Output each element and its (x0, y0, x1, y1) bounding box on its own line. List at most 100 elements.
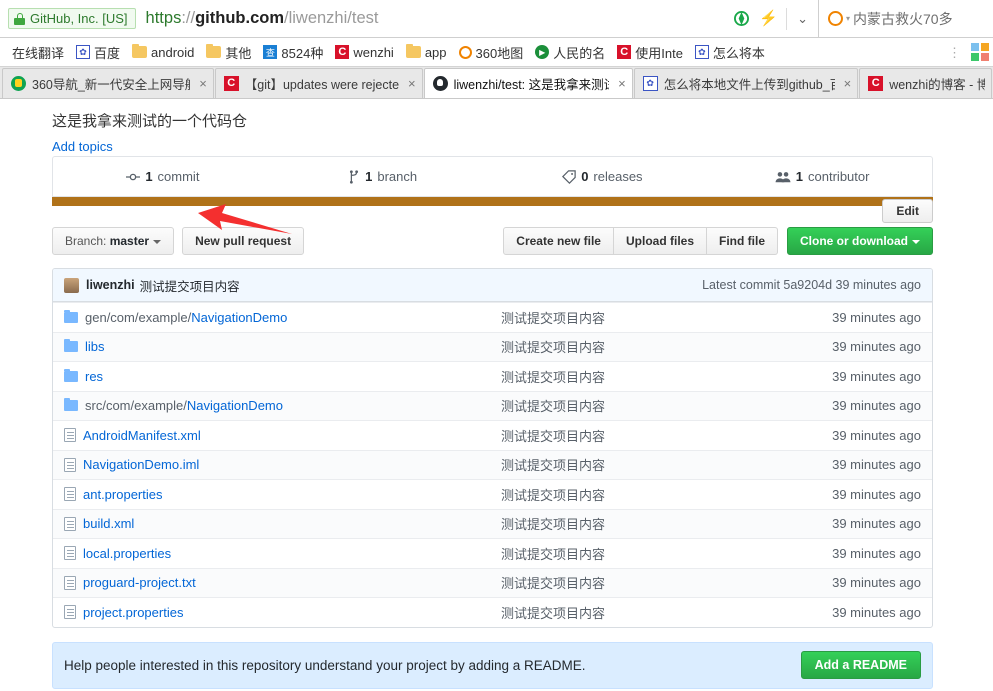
bookmark-item[interactable]: Cwenzhi (329, 43, 399, 62)
stat-contributors[interactable]: 1 contributor (712, 157, 932, 196)
file-name-cell[interactable]: src/com/example/NavigationDemo (53, 398, 501, 413)
file-commit-message[interactable]: 测试提交项目内容 (501, 337, 792, 356)
new-pull-request-button[interactable]: New pull request (182, 227, 305, 255)
file-commit-message[interactable]: 测试提交项目内容 (501, 367, 792, 386)
url-input[interactable]: https://github.com/liwenzhi/test (146, 9, 727, 28)
bookmark-item[interactable]: app (400, 43, 453, 62)
table-row[interactable]: AndroidManifest.xml 测试提交项目内容 39 minutes … (53, 420, 932, 450)
file-name-link[interactable]: local.properties (83, 546, 171, 561)
file-name-link[interactable]: libs (85, 339, 105, 354)
browser-tab[interactable]: C 【git】updates were rejected × (214, 68, 423, 98)
search-engine-caret-icon[interactable]: ▾ (846, 14, 850, 23)
repository-page: 这是我拿来测试的一个代码仓 Add topics Edit 1 commit 1… (0, 99, 993, 689)
file-commit-message[interactable]: 测试提交项目内容 (501, 485, 792, 504)
file-name-cell[interactable]: libs (53, 339, 501, 354)
file-name-link[interactable]: proguard-project.txt (83, 575, 196, 590)
shutter-icon[interactable] (734, 11, 750, 26)
ssl-security-badge[interactable]: GitHub, Inc. [US] (8, 8, 136, 29)
apps-grid-icon[interactable] (971, 43, 989, 61)
file-commit-message[interactable]: 测试提交项目内容 (501, 396, 792, 415)
commit-message[interactable]: 测试提交项目内容 (140, 276, 240, 295)
address-bar[interactable]: GitHub, Inc. [US] https://github.com/liw… (0, 0, 993, 38)
add-readme-button[interactable]: Add a README (800, 651, 921, 679)
file-name-link[interactable]: NavigationDemo (187, 398, 283, 413)
file-name-cell[interactable]: ant.properties (53, 487, 501, 502)
browser-tab-active[interactable]: liwenzhi/test: 这是我拿来测试 × (423, 68, 633, 98)
table-row[interactable]: src/com/example/NavigationDemo 测试提交项目内容 … (53, 390, 932, 420)
file-name-cell[interactable]: project.properties (53, 605, 501, 620)
tab-close-icon[interactable]: × (615, 76, 626, 91)
chevron-down-icon[interactable]: ⌄ (787, 11, 818, 27)
bookmark-item[interactable]: ▶ 人民的名 (529, 41, 611, 64)
branch-selector-button[interactable]: Branch: master (52, 227, 175, 255)
table-row[interactable]: local.properties 测试提交项目内容 39 minutes ago (53, 538, 932, 568)
file-name-cell[interactable]: proguard-project.txt (53, 575, 501, 590)
bookmark-item[interactable]: 查 8524种 (257, 41, 329, 64)
file-commit-message[interactable]: 测试提交项目内容 (501, 573, 792, 592)
edit-button[interactable]: Edit (882, 199, 933, 223)
table-row[interactable]: libs 测试提交项目内容 39 minutes ago (53, 331, 932, 361)
file-name-cell[interactable]: build.xml (53, 516, 501, 531)
stat-commits[interactable]: 1 commit (53, 157, 273, 196)
bookmark-label: 其他 (225, 45, 252, 61)
stat-label: branch (377, 169, 418, 184)
repository-actions-right-group: Create new file Upload files Find file C… (503, 227, 933, 255)
browser-tab[interactable]: ✿ 怎么将本地文件上传到github_百 × (633, 68, 859, 98)
file-commit-message[interactable]: 测试提交项目内容 (501, 544, 792, 563)
branch-name-label: master (109, 234, 150, 248)
file-name-link[interactable]: res (85, 369, 103, 384)
bookmark-item[interactable]: C 使用Inte (611, 41, 689, 64)
stat-branches[interactable]: 1 branch (273, 157, 493, 196)
table-row[interactable]: proguard-project.txt 测试提交项目内容 39 minutes… (53, 567, 932, 597)
clone-or-download-button[interactable]: Clone or download (787, 227, 933, 255)
file-name-link[interactable]: NavigationDemo.iml (83, 457, 199, 472)
upload-files-button[interactable]: Upload files (613, 227, 707, 255)
table-row[interactable]: project.properties 测试提交项目内容 39 minutes a… (53, 597, 932, 627)
table-row[interactable]: NavigationDemo.iml 测试提交项目内容 39 minutes a… (53, 449, 932, 479)
bookmark-item[interactable]: android (126, 43, 200, 62)
bookmark-label: android (151, 44, 195, 60)
baidu-icon: ✿ (76, 45, 91, 59)
file-name-link[interactable]: ant.properties (83, 487, 163, 502)
folder-icon (64, 339, 78, 353)
bookmark-item[interactable]: 其他 (200, 41, 257, 64)
table-row[interactable]: build.xml 测试提交项目内容 39 minutes ago (53, 508, 932, 538)
commit-author[interactable]: liwenzhi (86, 278, 135, 292)
browser-tab[interactable]: 360导航_新一代安全上网导航 × (2, 68, 214, 98)
file-commit-message[interactable]: 测试提交项目内容 (501, 308, 792, 327)
table-row[interactable]: gen/com/example/NavigationDemo 测试提交项目内容 … (53, 302, 932, 332)
bookmarks-overflow-icon[interactable]: ⋮ (948, 46, 961, 59)
bookmark-label: 怎么将本 (712, 45, 765, 61)
search-input[interactable]: ▾ 内蒙古救火70多 (818, 0, 993, 38)
stat-releases[interactable]: 0 releases (493, 157, 713, 196)
file-name-cell[interactable]: local.properties (53, 546, 501, 561)
bookmark-label: 在线翻译 (12, 45, 65, 61)
find-file-button[interactable]: Find file (707, 227, 778, 255)
file-commit-message[interactable]: 测试提交项目内容 (501, 514, 792, 533)
table-row[interactable]: ant.properties 测试提交项目内容 39 minutes ago (53, 479, 932, 509)
file-name-link[interactable]: AndroidManifest.xml (83, 428, 201, 443)
bookmark-item[interactable]: ✿ 怎么将本 (689, 41, 771, 64)
bookmark-item[interactable]: 在线翻译 (6, 41, 70, 64)
file-name-cell[interactable]: NavigationDemo.iml (53, 457, 501, 472)
tab-close-icon[interactable]: × (405, 76, 416, 91)
table-row[interactable]: res 测试提交项目内容 39 minutes ago (53, 361, 932, 391)
create-new-file-button[interactable]: Create new file (503, 227, 614, 255)
file-commit-message[interactable]: 测试提交项目内容 (501, 426, 792, 445)
file-commit-message[interactable]: 测试提交项目内容 (501, 455, 792, 474)
file-name-link[interactable]: project.properties (83, 605, 183, 620)
bookmark-item[interactable]: ✿ 百度 (70, 41, 126, 64)
file-name-link[interactable]: NavigationDemo (191, 310, 287, 325)
tab-close-icon[interactable]: × (196, 76, 207, 91)
bookmark-item[interactable]: 360地图 (453, 41, 530, 64)
file-name-cell[interactable]: AndroidManifest.xml (53, 428, 501, 443)
file-name-cell[interactable]: gen/com/example/NavigationDemo (53, 309, 501, 325)
tab-close-icon[interactable]: × (841, 76, 852, 91)
search-engine-icon (828, 11, 843, 26)
file-commit-message[interactable]: 测试提交项目内容 (501, 603, 792, 622)
browser-tab[interactable]: C wenzhi的博客 - 博 (859, 68, 992, 98)
file-name-link[interactable]: build.xml (83, 516, 134, 531)
file-name-cell[interactable]: res (53, 368, 501, 384)
lightning-icon[interactable]: ⚡ (759, 11, 778, 26)
add-topics-link[interactable]: Add topics (52, 139, 113, 154)
